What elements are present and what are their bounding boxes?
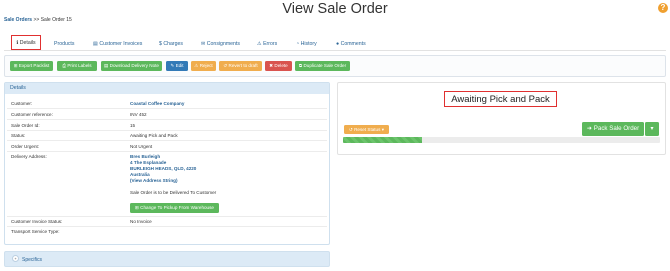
- breadcrumb-separator: >>: [33, 17, 40, 23]
- tab-comments[interactable]: ● Comments: [336, 38, 366, 50]
- order-urgent-label: Order Urgent:: [11, 144, 40, 149]
- tab-details[interactable]: ℹ Details: [11, 35, 41, 50]
- address-line: 4 The Esplanade: [130, 160, 167, 165]
- address-line: BURLEIGH HEADS, QLD, 4220: [130, 166, 197, 171]
- customer-invoice-status-value: No Invoice: [130, 219, 152, 224]
- address-line: Australia: [130, 172, 150, 177]
- customer-link[interactable]: Coastal Coffee Company: [130, 101, 184, 106]
- status-value: Awaiting Pick and Pack: [130, 133, 178, 138]
- caret-down-icon: ▾: [650, 126, 654, 132]
- address-line: Bres Burleigh: [130, 154, 161, 159]
- tab-customer-invoices[interactable]: ▤ Customer Invoices: [93, 38, 142, 50]
- specifics-label: Specifics: [22, 257, 43, 263]
- row-divider: [7, 151, 327, 152]
- export-packlist-button[interactable]: ⊞ Export Packlist: [10, 61, 53, 71]
- tab-products[interactable]: Products: [54, 38, 74, 50]
- help-icon[interactable]: ?: [658, 3, 668, 13]
- row-divider: [7, 119, 327, 120]
- breadcrumb-sale-orders-link[interactable]: Sale Orders: [4, 17, 32, 23]
- breadcrumb-current: Sale Order 15: [40, 17, 72, 23]
- pack-options-dropdown[interactable]: ▾: [645, 122, 659, 136]
- details-panel-header: Details: [5, 83, 329, 94]
- status-progress-bar: [343, 137, 660, 143]
- customer-reference-label: Customer reference:: [11, 112, 53, 117]
- tab-consignments[interactable]: ✉ Consignments: [201, 38, 240, 50]
- revert-to-draft-button[interactable]: ↺ Revert to draft: [219, 61, 262, 71]
- delete-button[interactable]: ✖ Delete: [265, 61, 292, 71]
- edit-button[interactable]: ✎ Edit: [166, 61, 188, 71]
- delivery-address-label: Delivery Address:: [11, 154, 47, 159]
- sale-order-id-label: Sale Order Id:: [11, 123, 40, 128]
- sale-order-id-value: 15: [130, 123, 136, 128]
- status-display: Awaiting Pick and Pack: [444, 91, 557, 107]
- reject-button[interactable]: ⚠ Reject: [191, 61, 216, 71]
- customer-label: Customer:: [11, 101, 33, 106]
- page-title: View Sale Order: [282, 1, 388, 17]
- tab-errors[interactable]: ⚠ Errors: [257, 38, 277, 50]
- customer-invoice-status-label: Customer Invoice Status:: [11, 219, 63, 224]
- details-heading: Details: [10, 85, 26, 91]
- print-labels-button[interactable]: ⎙ Print Labels: [57, 61, 97, 71]
- duplicate-sale-order-button[interactable]: ⧉ Duplicate Sale Order: [295, 61, 350, 71]
- download-delivery-note-button[interactable]: ▤ Download Delivery Note: [101, 61, 162, 71]
- tab-divider: [4, 50, 666, 51]
- tab-charges[interactable]: $ Charges: [159, 38, 183, 50]
- expand-icon[interactable]: +: [12, 255, 19, 262]
- status-label: Status:: [11, 133, 26, 138]
- progress-fill: [343, 137, 423, 143]
- row-divider: [7, 140, 327, 141]
- transport-service-type-label: Transport Service Type:: [11, 229, 60, 234]
- row-divider: [7, 108, 327, 109]
- arrow-right-icon: ➜: [586, 125, 594, 132]
- order-urgent-value: Not Urgent: [130, 144, 153, 149]
- view-address-string-link[interactable]: (View Address String): [130, 178, 177, 183]
- breadcrumb: Sale Orders >> Sale Order 15: [4, 17, 72, 23]
- row-divider: [7, 130, 327, 131]
- change-to-pickup-button[interactable]: ⊞ Change To Pickup From Warehouse: [130, 203, 219, 213]
- customer-reference-value: INV 452: [130, 112, 147, 117]
- tab-history[interactable]: ◔ History: [296, 38, 317, 50]
- row-divider: [7, 226, 327, 227]
- pack-sale-order-button[interactable]: ➜ Pack Sale Order: [582, 122, 644, 136]
- specifics-panel[interactable]: [4, 251, 330, 267]
- row-divider: [7, 216, 327, 217]
- caret-down-icon: ▾: [380, 127, 385, 132]
- delivery-note: Sale Order is to be Delivered To Custome…: [130, 190, 217, 195]
- reset-status-button[interactable]: ↺ Reset Status ▾: [344, 125, 389, 134]
